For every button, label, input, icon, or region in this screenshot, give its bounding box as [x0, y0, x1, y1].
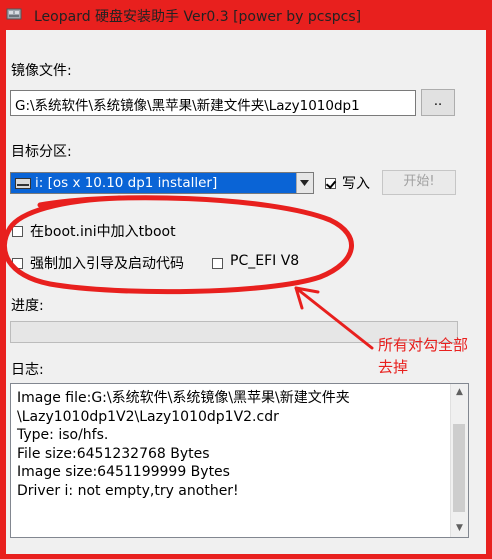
image-file-input[interactable]: G:\系统软件\系统镜像\黑苹果\新建文件夹\Lazy1010dp1	[10, 90, 416, 116]
log-line: \Lazy1010dp1V2\Lazy1010dp1V2.cdr	[17, 408, 279, 425]
app-window: Leopard 硬盘安装助手 Ver0.3 [power by pcspcs] …	[0, 0, 492, 559]
window-title: Leopard 硬盘安装助手 Ver0.3 [power by pcspcs]	[34, 9, 362, 25]
pc-efi-label: PC_EFI V8	[230, 253, 300, 269]
force-boot-checkbox[interactable]	[12, 258, 23, 269]
annotation-text: 所有对勾全部 去掉	[378, 334, 468, 378]
log-line: Type: iso/hfs.	[17, 427, 109, 443]
boot-ini-label: 在boot.ini中加入tboot	[30, 224, 176, 240]
target-partition-label: 目标分区:	[11, 144, 72, 160]
log-label: 日志:	[11, 362, 44, 378]
browse-button[interactable]: ..	[421, 89, 455, 116]
write-label: 写入	[342, 176, 370, 192]
write-checkbox[interactable]	[325, 178, 336, 189]
log-line: Driver i: not empty,try another!	[17, 482, 239, 499]
scroll-up-icon[interactable]: ▲	[451, 384, 468, 401]
client-area: 镜像文件: G:\系统软件\系统镜像\黑苹果\新建文件夹\Lazy1010dp1…	[6, 30, 486, 554]
log-line: Image file:G:\系统软件\系统镜像\黑苹果\新建文件夹	[17, 390, 350, 406]
annotation-line-1: 所有对勾全部	[378, 336, 469, 354]
log-line: File size:6451232768 Bytes	[17, 445, 210, 462]
progress-label: 进度:	[11, 298, 44, 314]
boot-ini-checkbox[interactable]	[12, 226, 23, 237]
annotation-line-2: 去掉	[378, 358, 409, 376]
log-line: Image size:6451199999 Bytes	[17, 464, 230, 480]
chevron-down-icon	[300, 180, 309, 186]
image-file-label: 镜像文件:	[11, 63, 72, 79]
app-icon	[6, 8, 22, 20]
dropdown-arrow[interactable]	[296, 173, 313, 193]
force-boot-label: 强制加入引导及启动代码	[30, 256, 184, 272]
log-lines: Image file:G:\系统软件\系统镜像\黑苹果\新建文件夹 \Lazy1…	[17, 389, 350, 500]
partition-select-value: i: [os x 10.10 dp1 installer]	[35, 175, 218, 191]
start-button[interactable]: 开始!	[382, 170, 456, 195]
pc-efi-checkbox[interactable]	[212, 258, 223, 269]
scroll-down-icon[interactable]: ▼	[451, 520, 468, 537]
drive-icon	[15, 178, 31, 189]
log-scrollbar[interactable]: ▲ ▼	[450, 384, 468, 537]
log-textarea[interactable]: Image file:G:\系统软件\系统镜像\黑苹果\新建文件夹 \Lazy1…	[10, 383, 469, 538]
title-bar[interactable]: Leopard 硬盘安装助手 Ver0.3 [power by pcspcs]	[0, 0, 492, 30]
partition-select[interactable]: i: [os x 10.10 dp1 installer]	[10, 172, 314, 194]
scroll-thumb[interactable]	[453, 424, 465, 512]
